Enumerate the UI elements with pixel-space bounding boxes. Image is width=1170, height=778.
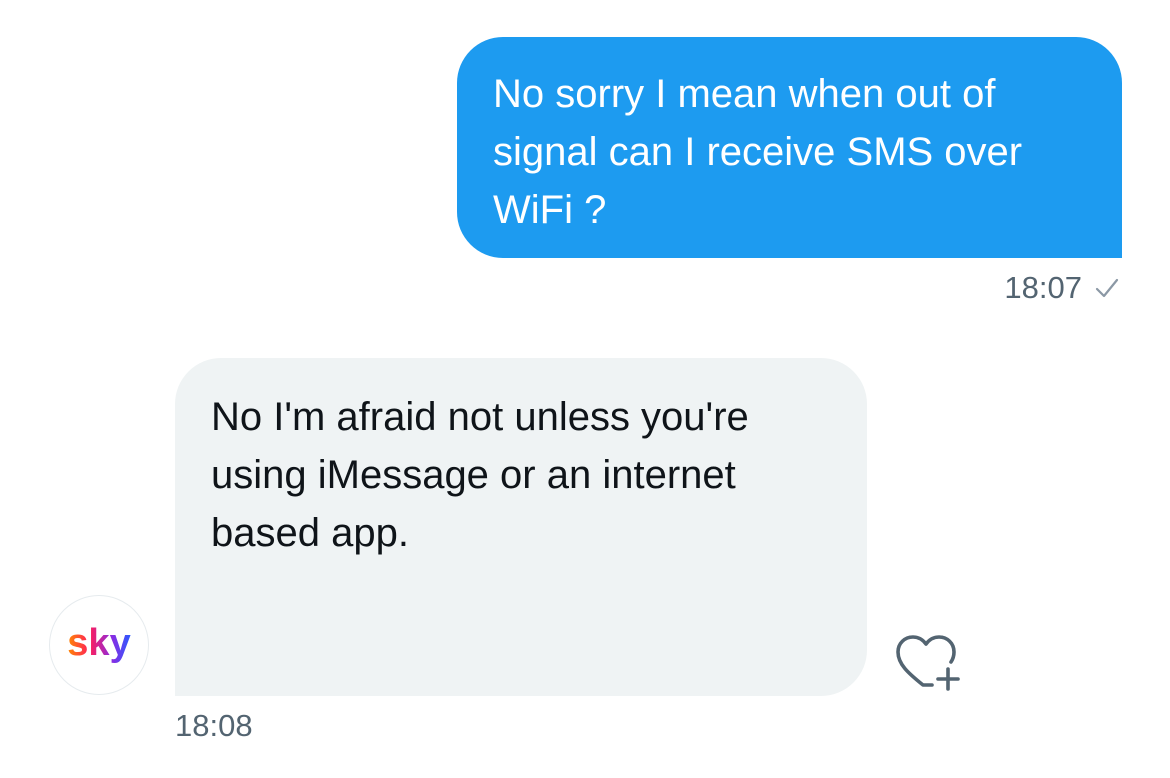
received-message-time: 18:08 bbox=[175, 708, 253, 743]
heart-plus-icon bbox=[896, 635, 960, 691]
sent-message-time: 18:07 bbox=[1004, 270, 1082, 305]
like-message-button[interactable] bbox=[890, 628, 966, 694]
sender-avatar[interactable]: sky bbox=[49, 595, 149, 695]
received-message-bubble[interactable]: No I'm afraid not unless you're using iM… bbox=[175, 358, 867, 696]
sky-logo-icon: sky bbox=[67, 622, 130, 664]
sky-logo-text: sky bbox=[67, 622, 130, 664]
sent-message-bubble[interactable]: No sorry I mean when out of signal can I… bbox=[457, 37, 1122, 258]
conversation: No sorry I mean when out of signal can I… bbox=[0, 0, 1170, 778]
sent-message-meta: 18:07 bbox=[1004, 268, 1120, 308]
check-icon bbox=[1095, 278, 1119, 298]
